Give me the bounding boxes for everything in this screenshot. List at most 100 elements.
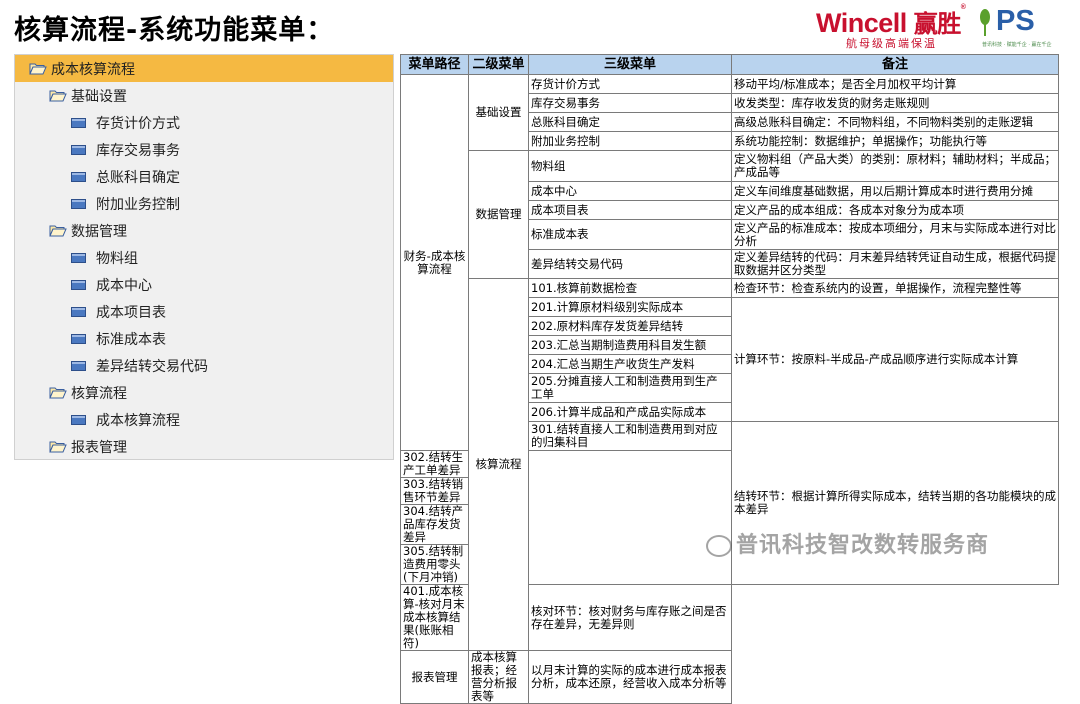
tree-item-label: 报表管理 [71,439,127,456]
ps-logo-subtitle: 普讯科技 · 赋能千企 · 赢在千企 [982,42,1052,48]
cell-menu-path: 财务-成本核算流程 [400,74,469,451]
cell-menu: 206.计算半成品和产成品实际成本 [528,402,732,422]
cell-menu: 库存交易事务 [528,93,732,113]
cell-group-basic: 基础设置 [468,74,529,151]
header-note: 备注 [731,54,1059,75]
document-icon [71,414,86,425]
tree-item-label: 基础设置 [71,88,127,105]
cell-menu: 305.结转制造费用零头(下月冲销) [400,544,469,585]
tree-item[interactable]: 报表管理 [15,433,393,460]
menu-table-wrap: 菜单路径 二级菜单 三级菜单 备注 财务-成本核算流程 基础设置 存货计价方式 … [400,54,1059,704]
cell-note: 高级总账科目确定：不同物料组，不同物料类别的走账逻辑 [731,112,1059,132]
folder-open-icon [49,441,67,453]
cell-menu: 303.结转销售环节差异 [400,477,469,505]
tree-item-label: 总账科目确定 [96,169,180,186]
cell-menu: 301.结转直接人工和制造费用到对应的归集科目 [528,421,732,451]
cell-menu: 差异结转交易代码 [528,249,732,279]
cell-note-verify: 核对环节：核对财务与库存账之间是否存在差异，无差异则 [528,584,732,651]
folder-open-icon [49,225,67,237]
cell-menu: 204.汇总当期生产收货生产发料 [528,354,732,374]
folder-open-icon [49,90,67,102]
cell-menu: 302.结转生产工单差异 [400,450,469,478]
tree-item-label: 标准成本表 [96,331,166,348]
tree-item-label: 成本核算流程 [96,412,180,429]
document-icon [71,117,86,128]
cell-note-compute: 计算环节：按原料-半成品-产成品顺序进行实际成本计算 [731,297,1059,422]
header-second-menu: 二级菜单 [468,54,529,75]
cell-note: 定义车间维度基础数据，用以后期计算成本时进行费用分摊 [731,181,1059,201]
cell-menu: 物料组 [528,150,732,182]
cell-note: 定义差异结转的代码：月末差异结转凭证自动生成，根据代码提取数据并区分类型 [731,249,1059,279]
tree-item[interactable]: 总账科目确定 [15,163,393,190]
cell-menu: 成本核算报表；经营分析报表等 [468,650,529,704]
tree-item-label: 存货计价方式 [96,115,180,132]
cell-menu: 201.计算原材料级别实际成本 [528,297,732,317]
wincell-logo: Wincell 赢胜® [816,4,966,38]
tree-item[interactable]: 成本项目表 [15,298,393,325]
tree-item[interactable]: 核算流程 [15,379,393,406]
document-icon [71,144,86,155]
tree-item[interactable]: 附加业务控制 [15,190,393,217]
wechat-icon [706,535,732,557]
tree-item[interactable]: 库存交易事务 [15,136,393,163]
cell-note: 定义物料组（产品大类）的类别：原材料；辅助材料；半成品；产成品等 [731,150,1059,182]
document-icon [71,171,86,182]
cell-menu: 成本中心 [528,181,732,201]
cell-note: 系统功能控制：数据维护；单据操作；功能执行等 [731,131,1059,151]
ps-logo: PS [996,5,1035,37]
tree-item-label: 库存交易事务 [96,142,180,159]
tree-item-label: 核算流程 [71,385,127,402]
cell-menu: 附加业务控制 [528,131,732,151]
document-icon [71,333,86,344]
tree-item-label: 数据管理 [71,223,127,240]
header-menu-path: 菜单路径 [400,54,469,75]
cell-note: 定义产品的成本组成：各成本对象分为成本项 [731,200,1059,220]
tree-item[interactable]: 成本核算流程 [15,55,393,82]
tree-item[interactable]: 标准成本表 [15,325,393,352]
tree-item-label: 物料组 [96,250,138,267]
tree-item[interactable]: 成本中心 [15,271,393,298]
menu-table: 菜单路径 二级菜单 三级菜单 备注 财务-成本核算流程 基础设置 存货计价方式 … [400,54,1059,704]
cell-group-data: 数据管理 [468,150,529,279]
document-icon [71,306,86,317]
cell-note: 以月末计算的实际的成本进行成本报表分析，成本还原，经营收入成本分析等 [528,650,732,704]
tree-item[interactable]: 基础设置 [15,82,393,109]
tree-item-label: 附加业务控制 [96,196,180,213]
cell-menu: 401.成本核算-核对月末成本核算结果(账账相符) [400,584,469,651]
tree-item-label: 成本中心 [96,277,152,294]
cell-menu: 205.分摊直接人工和制造费用到生产工单 [528,373,732,403]
cell-menu: 标准成本表 [528,219,732,250]
watermark: 普讯科技智改数转服务商 [706,527,989,559]
document-icon [71,252,86,263]
menu-tree: 成本核算流程 基础设置 存货计价方式 库存交易事务 总账科目确定 附加业务控制 数据管理 物料… [14,54,394,460]
tree-item[interactable]: 数据管理 [15,217,393,244]
cell-menu: 总账科目确定 [528,112,732,132]
cell-group-report: 报表管理 [400,650,469,704]
cell-menu: 成本项目表 [528,200,732,220]
folder-open-icon [49,387,67,399]
tree-item[interactable]: 成本核算流程 [15,406,393,433]
document-icon [71,198,86,209]
tree-item-label: 差异结转交易代码 [96,358,208,375]
cell-menu: 202.原材料库存发货差异结转 [528,316,732,336]
tree-item-label: 成本项目表 [96,304,166,321]
folder-open-icon [29,63,47,75]
cell-note: 收发类型：库存收发货的财务走账规则 [731,93,1059,113]
document-icon [71,360,86,371]
tree-item[interactable]: 物料组 [15,244,393,271]
cell-menu: 101.核算前数据检查 [528,278,732,298]
cell-menu: 存货计价方式 [528,74,732,94]
tree-item[interactable]: 存货计价方式 [15,109,393,136]
document-icon [71,279,86,290]
tree-item-label: 成本核算流程 [51,61,135,78]
cell-note: 移动平均/标准成本；是否全月加权平均计算 [731,74,1059,94]
cell-menu: 203.汇总当期制造费用科目发生额 [528,335,732,355]
header-third-menu: 三级菜单 [528,54,732,75]
tree-item[interactable]: 差异结转交易代码 [15,352,393,379]
cell-note: 定义产品的标准成本：按成本项细分，月末与实际成本进行对比分析 [731,219,1059,250]
page-title: 核算流程-系统功能菜单： [14,15,335,46]
cell-menu: 304.结转产品库存发货差异 [400,504,469,545]
logo-area: Wincell 赢胜® 航母级高端保温 PS 普讯科技 · 赋能千企 · 赢在千… [816,4,1066,52]
cell-note-carry: 结转环节：根据计算所得实际成本，结转当期的各功能模块的成本差异 [731,421,1059,585]
cell-note-check: 检查环节：检查系统内的设置，单据操作，流程完整性等 [731,278,1059,298]
